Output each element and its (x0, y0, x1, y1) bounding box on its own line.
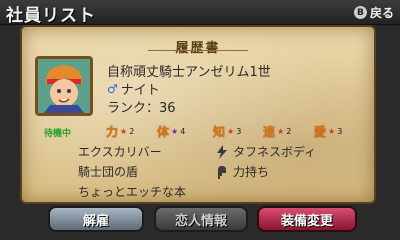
b-button-icon: B (353, 6, 367, 19)
stat-speed: 速 ★ 2 (263, 123, 291, 140)
job-class: ♂ ナイト (107, 79, 160, 99)
character-portrait (35, 56, 93, 116)
employee-name: 自称頑丈騎士アンゼリム1世 (107, 65, 271, 80)
equipment-weapon: エクスカリバー (78, 145, 162, 159)
stat-value: 3 (236, 127, 242, 136)
star-icon: ★ (171, 127, 179, 136)
job-label: ナイト (120, 83, 160, 98)
status-badge: 待機中 (44, 129, 72, 139)
stat-value: 2 (286, 127, 292, 136)
change-equipment-button[interactable]: 装備変更 (257, 206, 357, 232)
stat-label: 力 (106, 125, 119, 139)
lightning-icon (215, 144, 229, 159)
top-bar: 社員リスト B 戻る (0, 0, 400, 26)
star-icon: ★ (277, 127, 285, 136)
resume-heading: 履歴書 (175, 41, 221, 56)
stat-label: 知 (213, 125, 226, 139)
star-icon: ★ (328, 127, 336, 136)
lover-info-button[interactable]: 恋人情報 (154, 206, 248, 232)
stat-intellect: 知 ★ 3 (213, 123, 241, 140)
power-icon (215, 165, 229, 179)
dismiss-button[interactable]: 解雇 (48, 206, 144, 232)
stat-strength: 力 ★ 2 (106, 123, 134, 140)
back-label: 戻る (369, 6, 394, 20)
stat-value: 3 (337, 127, 343, 136)
stat-love: 愛 ★ 3 (314, 123, 342, 140)
skill-label: 力持ち (233, 165, 270, 179)
stat-label: 愛 (314, 125, 327, 139)
screen-title: 社員リスト (6, 6, 96, 26)
rank-value: ランク：36 (107, 101, 176, 116)
resume-card: 履歴書 待機中 自称頑丈騎士アンゼリム1世 ♂ ナイト ランク：36 力 ★ 2… (22, 27, 374, 202)
equipment-accessory: ちょっとエッチな本 (78, 185, 187, 199)
skill-label: タフネスボディ (233, 145, 317, 159)
stat-body: 体 ★ 4 (157, 123, 185, 140)
stat-label: 体 (157, 125, 170, 139)
skill-strong: 力持ち (215, 163, 269, 180)
stat-label: 速 (263, 125, 276, 139)
equipment-shield: 騎士団の盾 (78, 165, 139, 179)
job-icon: ♂ (107, 81, 118, 96)
stat-value: 2 (129, 127, 135, 136)
heading-divider (148, 50, 248, 51)
star-icon: ★ (227, 127, 235, 136)
star-icon: ★ (120, 127, 128, 136)
stat-value: 4 (180, 127, 186, 136)
skill-toughness: タフネスボディ (215, 143, 316, 160)
back-button[interactable]: B 戻る (353, 4, 394, 21)
knight-avatar-icon (38, 59, 90, 113)
